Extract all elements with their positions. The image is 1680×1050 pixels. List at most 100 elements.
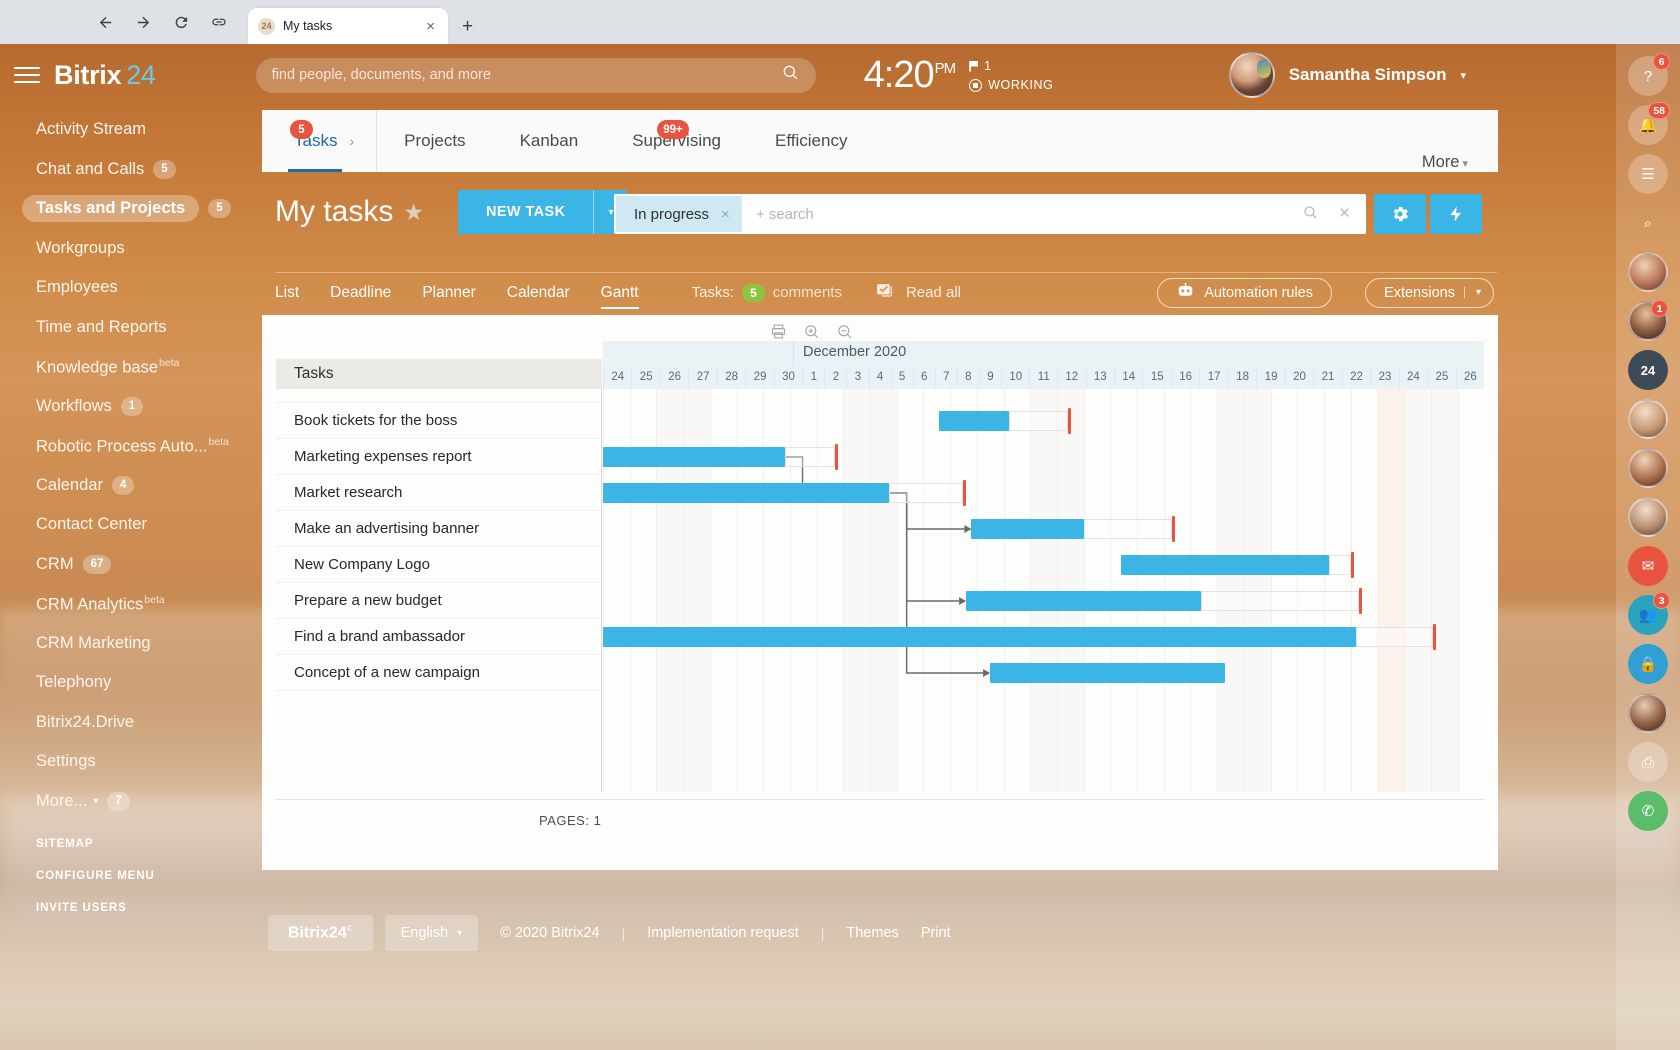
- sidebar-item-activity-stream[interactable]: Activity Stream: [0, 110, 262, 150]
- close-icon[interactable]: ×: [721, 206, 730, 223]
- footer-logo[interactable]: Bitrix24©: [268, 915, 373, 952]
- forward-arrow-icon[interactable]: [126, 5, 160, 39]
- task-row[interactable]: New Company Logo: [276, 547, 601, 583]
- gantt-bar[interactable]: [1120, 555, 1330, 575]
- extensions-button[interactable]: Extensions ▾: [1365, 277, 1494, 308]
- tab-tasks[interactable]: 5 Tasks ›: [262, 110, 378, 172]
- sidebar-item-contact-center[interactable]: Contact Center: [0, 505, 262, 545]
- sidebar-item-workgroups[interactable]: Workgroups: [0, 229, 262, 269]
- read-all-button[interactable]: Read all: [874, 281, 961, 304]
- automation-rules-button[interactable]: Automation rules: [1157, 277, 1332, 308]
- work-status[interactable]: WORKING: [969, 78, 1053, 92]
- lock-icon[interactable]: 🔒: [1628, 644, 1668, 684]
- tab-efficiency[interactable]: Efficiency: [748, 110, 874, 172]
- gantt-bar[interactable]: [603, 447, 785, 467]
- mail-icon[interactable]: ✉: [1628, 546, 1668, 586]
- tab-projects[interactable]: Projects: [377, 110, 492, 172]
- chevron-down-icon[interactable]: ▾: [93, 796, 98, 807]
- sidebar-item-knowledge-base[interactable]: Knowledge basebeta: [0, 347, 262, 387]
- sidebar-item-chat-and-calls[interactable]: Chat and Calls 5: [0, 150, 262, 190]
- link-icon[interactable]: [202, 5, 236, 39]
- avatar-4[interactable]: [1628, 448, 1668, 488]
- new-tab-button[interactable]: +: [462, 17, 473, 36]
- sidebar-item-workflows[interactable]: Workflows 1: [0, 387, 262, 427]
- sidebar-item-settings[interactable]: Settings: [0, 742, 262, 782]
- footer-link-print[interactable]: Print: [921, 925, 951, 941]
- task-row[interactable]: Make an advertising banner: [276, 511, 601, 547]
- browser-tab[interactable]: 24 My tasks ×: [248, 8, 448, 44]
- tab-kanban[interactable]: Kanban: [493, 110, 606, 172]
- footer-link-implementation[interactable]: Implementation request: [647, 925, 799, 941]
- sidebar-item-more[interactable]: More... ▾ 7: [0, 782, 262, 822]
- task-row[interactable]: Prepare a new budget: [276, 583, 601, 619]
- view-mode-deadline[interactable]: Deadline: [330, 284, 391, 302]
- task-row[interactable]: Concept of a new campaign: [276, 655, 601, 691]
- view-mode-planner[interactable]: Planner: [422, 284, 475, 302]
- search-icon[interactable]: ⌕: [1628, 203, 1668, 243]
- sidebar-item-robotic-process-auto[interactable]: Robotic Process Auto...beta: [0, 426, 262, 466]
- menu-toggle-icon[interactable]: [14, 67, 40, 83]
- view-mode-gantt[interactable]: Gantt: [600, 284, 639, 309]
- avatar-3[interactable]: [1628, 399, 1668, 439]
- avatar-1[interactable]: [1628, 252, 1668, 292]
- gantt-bar[interactable]: [603, 483, 889, 503]
- search-icon[interactable]: [1292, 204, 1329, 225]
- sidebar-item-crm-marketing[interactable]: CRM Marketing: [0, 624, 262, 664]
- help-icon[interactable]: ? 6: [1628, 53, 1670, 96]
- chevron-right-icon[interactable]: ›: [349, 133, 354, 149]
- sidebar-item-employees[interactable]: Employees: [0, 268, 262, 308]
- user-menu[interactable]: Samantha Simpson ▾: [1228, 52, 1466, 98]
- avatar[interactable]: [1228, 52, 1275, 98]
- chevron-down-icon[interactable]: ▾: [1460, 69, 1466, 82]
- gantt-bar[interactable]: [603, 627, 1356, 647]
- back-arrow-icon[interactable]: [88, 5, 122, 39]
- quick-actions-button[interactable]: [1430, 194, 1482, 234]
- tab-supervising[interactable]: 99+ Supervising: [605, 110, 748, 172]
- clear-filter-icon[interactable]: ×: [1329, 203, 1366, 225]
- sidebar-link-sitemap[interactable]: SITEMAP: [36, 838, 262, 850]
- bitrix24-logo[interactable]: Bitrix 24: [54, 60, 156, 91]
- global-search[interactable]: [255, 57, 816, 93]
- documents-icon[interactable]: ☰: [1628, 154, 1668, 194]
- gantt-bar[interactable]: [966, 591, 1201, 611]
- sidebar-link-invite-users[interactable]: INVITE USERS: [36, 902, 262, 914]
- tab-more[interactable]: More ▾: [1422, 153, 1468, 172]
- sidebar-item-bitrix24-drive[interactable]: Bitrix24.Drive: [0, 703, 262, 743]
- task-row[interactable]: Find a brand ambassador: [276, 619, 601, 655]
- clock-widget[interactable]: 4:20PM 1 WORKING: [864, 56, 1054, 94]
- new-task-button[interactable]: NEW TASK ▾: [457, 190, 628, 234]
- sidebar-item-crm-analytics[interactable]: CRM Analyticsbeta: [0, 584, 262, 624]
- close-icon[interactable]: ×: [423, 19, 438, 34]
- view-mode-calendar[interactable]: Calendar: [507, 284, 570, 302]
- call-icon[interactable]: ✆: [1628, 791, 1668, 831]
- avatar-5[interactable]: [1628, 497, 1668, 537]
- task-row[interactable]: Marketing expenses report: [276, 439, 601, 475]
- avatar-2[interactable]: 1: [1628, 300, 1668, 341]
- task-row[interactable]: Market research: [276, 475, 601, 511]
- sidebar-item-tasks-and-projects[interactable]: Tasks and Projects 5: [0, 189, 262, 229]
- gantt-bar[interactable]: [990, 663, 1226, 683]
- chevron-down-icon[interactable]: ▾: [1463, 287, 1481, 298]
- notifications-icon[interactable]: 🔔 58: [1628, 102, 1670, 145]
- group-icon[interactable]: 👥 3: [1628, 592, 1670, 635]
- gantt-bar[interactable]: [939, 411, 1009, 431]
- language-selector[interactable]: English ▾: [384, 915, 479, 952]
- search-input[interactable]: [271, 67, 781, 83]
- star-icon[interactable]: ★: [403, 199, 424, 226]
- bitrix24-icon[interactable]: 24: [1628, 350, 1668, 390]
- sidebar-link-configure-menu[interactable]: CONFIGURE MENU: [36, 870, 262, 882]
- disk-icon[interactable]: ⎙: [1628, 742, 1668, 782]
- reload-icon[interactable]: [164, 5, 198, 39]
- flag-counter[interactable]: 1: [969, 59, 1053, 73]
- filter-settings-button[interactable]: [1374, 194, 1426, 234]
- footer-link-themes[interactable]: Themes: [846, 925, 898, 941]
- filter-chip[interactable]: In progress ×: [616, 196, 742, 232]
- sidebar-item-telephony[interactable]: Telephony: [0, 663, 262, 703]
- sidebar-item-calendar[interactable]: Calendar 4: [0, 466, 262, 506]
- avatar-6[interactable]: [1628, 693, 1668, 733]
- gantt-bar[interactable]: [971, 519, 1084, 539]
- sidebar-item-crm[interactable]: CRM 67: [0, 545, 262, 585]
- task-row[interactable]: Book tickets for the boss: [276, 403, 601, 439]
- filter-search-input[interactable]: [741, 205, 1292, 223]
- view-mode-list[interactable]: List: [275, 284, 299, 302]
